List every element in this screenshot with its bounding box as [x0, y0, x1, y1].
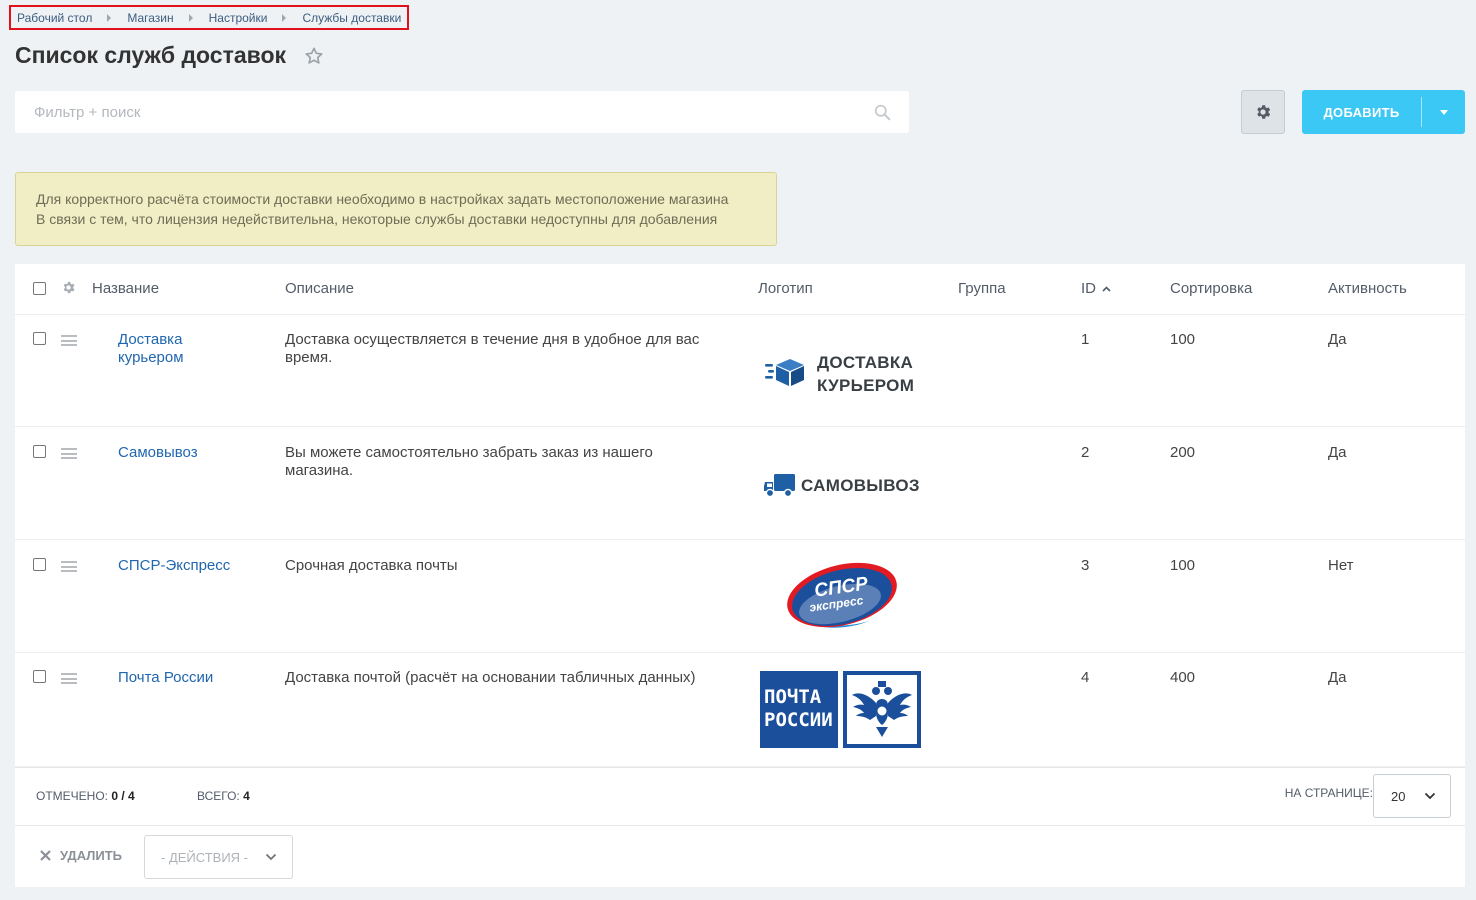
logo-text-line: ПОЧТА [764, 686, 822, 708]
cell-id: 2 [1081, 444, 1090, 461]
alert-line-license: В связи с тем, что лицензия недействител… [36, 211, 718, 227]
checked-label: ОТМЕЧЕНО: [36, 789, 108, 803]
drag-handle-icon[interactable] [61, 561, 77, 572]
logo-pochta: ПОЧТА РОССИИ [760, 671, 921, 748]
star-icon[interactable] [304, 46, 324, 66]
service-description: Срочная доставка почты [285, 557, 458, 574]
row-checkbox[interactable] [33, 670, 46, 683]
cell-sort: 400 [1170, 669, 1196, 686]
cell-active: Да [1328, 444, 1347, 461]
truck-icon [764, 474, 795, 498]
courier-box-icon [765, 359, 804, 386]
header-divider [15, 314, 1465, 315]
cell-active: Да [1328, 331, 1347, 348]
column-header-active[interactable]: Активность [1328, 280, 1407, 297]
delete-button-label: УДАЛИТЬ [60, 848, 122, 863]
column-header-name[interactable]: Название [92, 280, 159, 297]
column-header-id[interactable]: ID [1081, 280, 1111, 297]
row-checkbox[interactable] [33, 332, 46, 345]
filter-search [15, 91, 909, 133]
delivery-services-grid: Название Описание Логотип Группа ID Сорт… [15, 264, 1465, 766]
gear-icon [1257, 105, 1271, 119]
breadcrumb-settings[interactable]: Настройки [209, 11, 268, 25]
total-value: 4 [243, 789, 250, 803]
drag-handle-icon[interactable] [61, 335, 77, 346]
cell-active: Нет [1328, 557, 1354, 574]
breadcrumb-delivery-services[interactable]: Службы доставки [302, 11, 401, 25]
logo-text-line: РОССИИ [764, 709, 833, 731]
checked-value: 0 / 4 [111, 789, 135, 803]
breadcrumb-arrow-icon [107, 13, 112, 22]
search-input[interactable] [15, 91, 909, 133]
chevron-down-icon [1424, 792, 1436, 800]
settings-button[interactable] [1241, 90, 1285, 134]
checked-counter: ОТМЕЧЕНО: 0 / 4 [36, 789, 135, 803]
eagle-emblem-icon [843, 671, 921, 748]
logo-text-line: КУРЬЕРОМ [817, 376, 915, 395]
chevron-down-icon [265, 853, 277, 861]
page-header: Список служб доставок [15, 42, 324, 69]
logo-spsr: СПСР экспресс [785, 558, 899, 636]
drag-handle-icon[interactable] [61, 448, 77, 459]
group-actions-panel: УДАЛИТЬ - ДЕЙСТВИЯ - [15, 825, 1465, 887]
logo-text-line: САМОВЫВОЗ [801, 476, 920, 495]
add-button[interactable]: ДОБАВИТЬ [1302, 90, 1465, 134]
add-button-label: ДОБАВИТЬ [1323, 104, 1400, 120]
row-divider [15, 652, 1465, 653]
row-divider [15, 539, 1465, 540]
breadcrumb-arrow-icon [188, 13, 193, 22]
column-header-sort[interactable]: Сортировка [1170, 280, 1252, 297]
breadcrumb: Рабочий стол Магазин Настройки Службы до… [9, 5, 410, 30]
column-header-id-label: ID [1081, 280, 1096, 297]
column-header-description[interactable]: Описание [285, 280, 354, 297]
column-header-group[interactable]: Группа [958, 280, 1006, 297]
service-description: Доставка осуществляется в течение дня в … [285, 331, 700, 366]
grid-footer: ОТМЕЧЕНО: 0 / 4 ВСЕГО: 4 НА СТРАНИЦЕ: 20 [15, 767, 1465, 825]
row-divider [15, 426, 1465, 427]
total-counter: ВСЕГО: 4 [197, 789, 250, 803]
service-name-link[interactable]: Самовывоз [118, 444, 198, 462]
breadcrumb-shop[interactable]: Магазин [127, 11, 173, 25]
cell-id: 3 [1081, 557, 1090, 574]
search-icon[interactable] [874, 104, 891, 126]
delete-button[interactable]: УДАЛИТЬ [40, 848, 122, 863]
per-page-select[interactable]: 20 [1373, 774, 1451, 818]
per-page-value: 20 [1391, 788, 1406, 804]
drag-handle-icon[interactable] [61, 673, 77, 684]
cell-sort: 100 [1170, 557, 1196, 574]
service-name-link[interactable]: СПСР-Экспресс [118, 557, 230, 575]
cell-sort: 200 [1170, 444, 1196, 461]
total-label: ВСЕГО: [197, 789, 240, 803]
service-name-link[interactable]: Почта России [118, 669, 213, 687]
per-page-label: НА СТРАНИЦЕ: [1284, 786, 1373, 800]
breadcrumb-desktop[interactable]: Рабочий стол [17, 11, 92, 25]
actions-select[interactable]: - ДЕЙСТВИЯ - [144, 835, 293, 879]
logo-text-line: ДОСТАВКА [817, 353, 914, 372]
cell-active: Да [1328, 669, 1347, 686]
service-description: Доставка почтой (расчёт на основании таб… [285, 669, 696, 686]
breadcrumb-arrow-icon [282, 13, 287, 22]
sort-ascending-icon [1102, 286, 1111, 292]
column-settings-gear-icon[interactable] [61, 280, 76, 300]
warning-alert: Для корректного расчёта стоимости достав… [15, 172, 777, 246]
service-name-link[interactable]: Доставка курьером [118, 331, 218, 367]
service-description: Вы можете самостоятельно забрать заказ и… [285, 444, 653, 479]
select-all-checkbox[interactable] [33, 282, 46, 295]
alert-line-location: Для корректного расчёта стоимости достав… [36, 191, 729, 207]
column-header-logo[interactable]: Логотип [758, 280, 813, 297]
cell-sort: 100 [1170, 331, 1196, 348]
cell-id: 1 [1081, 331, 1090, 348]
actions-select-label: - ДЕЙСТВИЯ - [161, 849, 249, 865]
row-checkbox[interactable] [33, 445, 46, 458]
chevron-down-icon [1439, 109, 1448, 115]
cell-id: 4 [1081, 669, 1090, 686]
page-title: Список служб доставок [15, 42, 287, 68]
add-dropdown-toggle[interactable] [1422, 109, 1465, 115]
close-icon [40, 850, 51, 861]
row-checkbox[interactable] [33, 558, 46, 571]
